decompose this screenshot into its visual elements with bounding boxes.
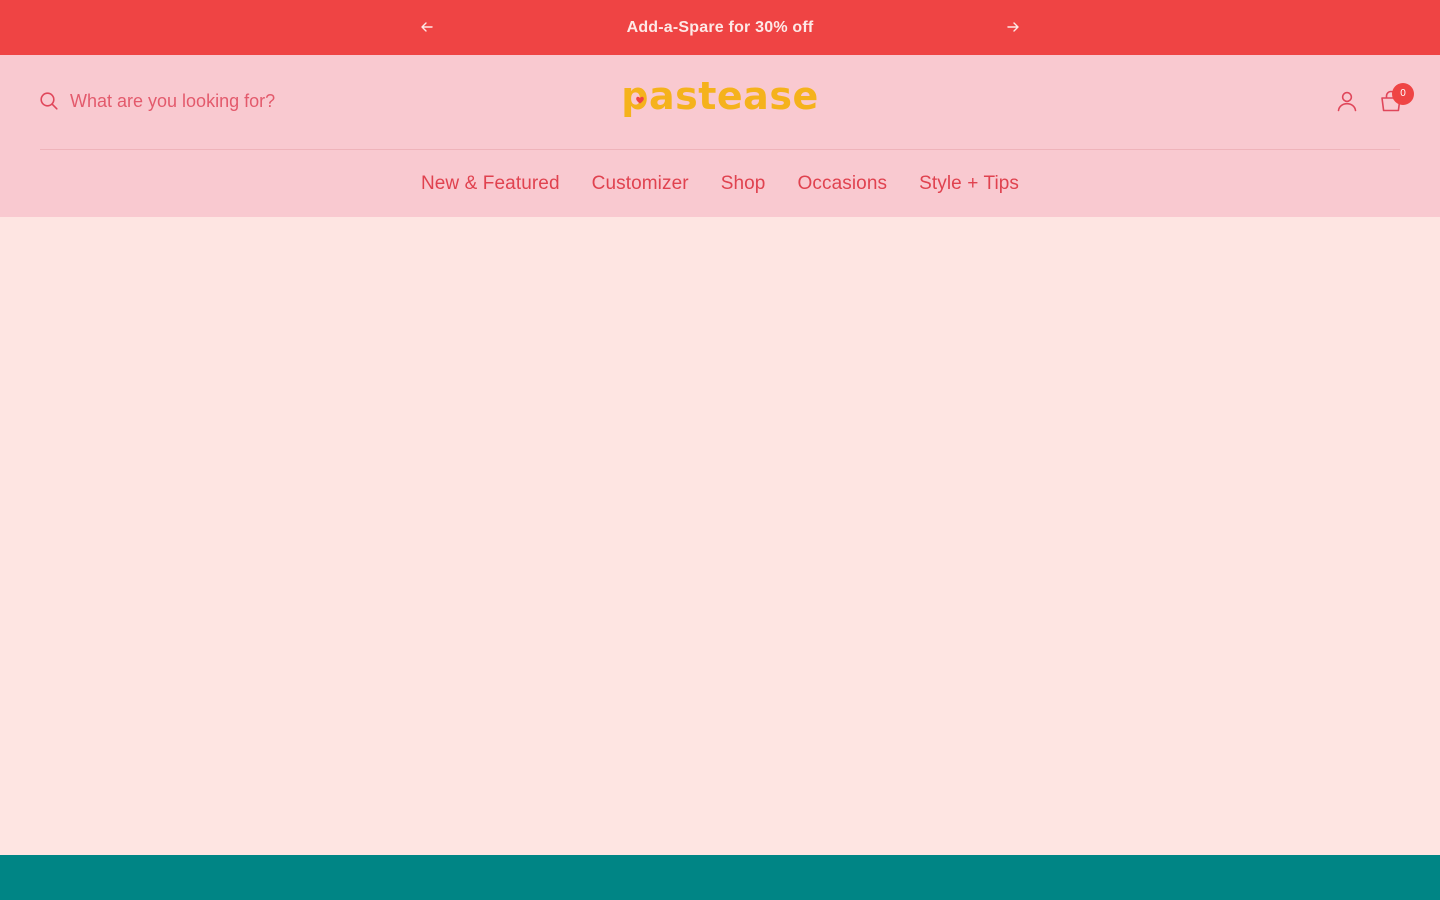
account-button[interactable]: [1336, 90, 1358, 112]
site-header: pastease 0 New & Featured Customizer Sho…: [0, 55, 1440, 217]
search-input[interactable]: [70, 90, 370, 112]
main-nav: New & Featured Customizer Shop Occasions…: [0, 150, 1440, 217]
logo-text: pastease: [621, 75, 818, 118]
arrow-right-icon: [1007, 22, 1019, 32]
main-content: [0, 217, 1440, 855]
announcement-bar: Add-a-Spare for 30% off: [0, 0, 1440, 55]
nav-item-new-featured[interactable]: New & Featured: [421, 173, 560, 195]
nav-item-occasions[interactable]: Occasions: [797, 173, 887, 195]
footer-band: [0, 855, 1440, 900]
announcement-text[interactable]: Add-a-Spare for 30% off: [0, 0, 1440, 55]
nav-item-customizer[interactable]: Customizer: [592, 173, 689, 195]
nav-item-shop[interactable]: Shop: [721, 173, 766, 195]
nav-item-style-tips[interactable]: Style + Tips: [919, 173, 1019, 195]
search-icon[interactable]: [40, 92, 58, 110]
search-bar[interactable]: [40, 89, 370, 113]
announcement-next-button[interactable]: [1003, 17, 1023, 37]
pastease-logo[interactable]: pastease: [620, 75, 820, 125]
cart-count-badge: 0: [1392, 83, 1414, 105]
user-icon: [1337, 91, 1357, 112]
